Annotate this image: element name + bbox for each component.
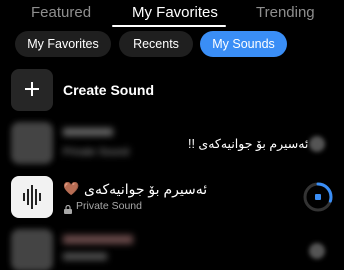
- tab-featured[interactable]: Featured: [31, 4, 91, 22]
- waveform-icon: [23, 185, 41, 209]
- blurred-subtitle-placeholder: [63, 253, 107, 260]
- chip-recents[interactable]: Recents: [119, 31, 193, 57]
- sound-thumbnail: [11, 229, 53, 270]
- play-button[interactable]: [309, 136, 325, 152]
- chip-my-favorites[interactable]: My Favorites: [15, 31, 111, 57]
- upload-progress-ring[interactable]: [300, 179, 336, 215]
- blurred-title-placeholder: [63, 235, 133, 244]
- filter-chips: My Favorites Recents My Sounds: [0, 31, 344, 59]
- sounds-screen: Featured My Favorites Trending My Favori…: [0, 0, 344, 270]
- lock-icon: [64, 201, 72, 214]
- sound-row[interactable]: [0, 229, 344, 270]
- sound-row[interactable]: Private Sound ئەسیرم بۆ جوانیەکەی !!: [0, 122, 344, 166]
- sound-subtitle: Private Sound: [76, 200, 142, 212]
- create-sound-label: Create Sound: [63, 82, 155, 98]
- chip-my-sounds[interactable]: My Sounds: [200, 31, 287, 57]
- play-button[interactable]: [309, 243, 325, 259]
- sound-subtitle: Private Sound: [63, 146, 129, 158]
- blurred-title-placeholder: [63, 128, 113, 136]
- top-tab-bar: Featured My Favorites Trending: [0, 0, 344, 27]
- tab-my-favorites[interactable]: My Favorites: [132, 4, 218, 22]
- sound-thumbnail: [11, 176, 53, 218]
- create-sound-tile: [11, 69, 53, 111]
- sound-row-selected[interactable]: 🤎 ئەسیرم بۆ جوانیەکەی Private Sound: [0, 176, 344, 220]
- active-tab-indicator: [112, 25, 226, 27]
- heart-emoji-icon: 🤎: [63, 181, 80, 196]
- sound-title: ئەسیرم بۆ جوانیەکەی: [84, 181, 208, 197]
- tab-trending[interactable]: Trending: [256, 4, 315, 22]
- sound-thumbnail: [11, 122, 53, 164]
- create-sound-row[interactable]: Create Sound: [0, 69, 344, 113]
- sound-title: ئەسیرم بۆ جوانیەکەی !!: [188, 137, 309, 151]
